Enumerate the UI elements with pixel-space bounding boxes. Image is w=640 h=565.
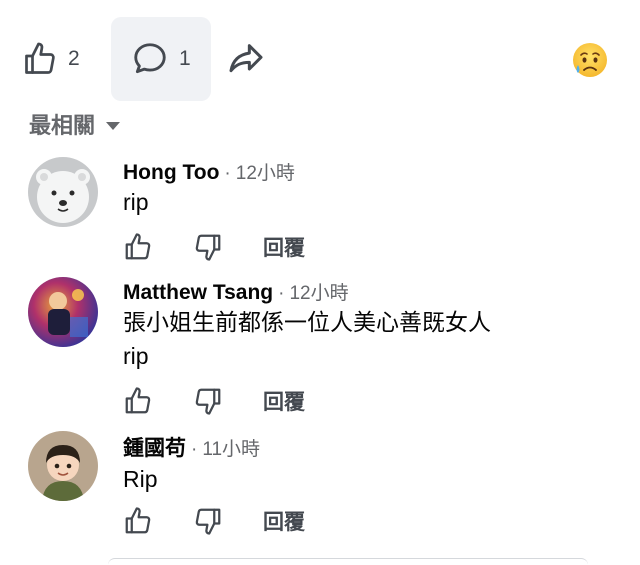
comment-body: 鍾國苟 · 11小時 Rip — [123, 432, 260, 496]
avatar[interactable] — [28, 431, 98, 501]
comment-body: Hong Too · 12小時 rip — [123, 158, 295, 219]
avatar[interactable] — [28, 157, 98, 227]
comment-button[interactable]: 1 — [111, 17, 211, 101]
comment-text: Rip — [123, 466, 158, 492]
thumbs-up-icon[interactable] — [123, 232, 153, 262]
comment-time[interactable]: 11小時 — [202, 434, 260, 461]
separator-dot: · — [278, 283, 285, 304]
thumbs-down-icon[interactable] — [193, 386, 223, 416]
crying-face-icon[interactable] — [571, 41, 609, 79]
thumbs-down-icon[interactable] — [193, 232, 223, 262]
comment-input-edge — [108, 558, 588, 565]
comment-meta: 鍾國苟 · 11小時 — [123, 432, 260, 462]
comment-actions: 回覆 — [123, 386, 305, 416]
comment-time[interactable]: 12小時 — [289, 278, 348, 305]
share-button[interactable] — [226, 17, 276, 101]
reply-button[interactable]: 回覆 — [263, 232, 305, 262]
comment-meta: Hong Too · 12小時 — [123, 158, 295, 185]
thumbs-up-icon[interactable] — [123, 506, 153, 536]
thumbs-up-icon[interactable] — [123, 386, 153, 416]
separator-dot: · — [191, 439, 198, 460]
comment-author[interactable]: Matthew Tsang — [123, 281, 273, 305]
comment-author[interactable]: 鍾國苟 — [123, 432, 186, 462]
comment-body: Matthew Tsang · 12小時 張小姐生前都係一位人美心善既女人 ri… — [123, 278, 491, 373]
comment-text: rip — [123, 189, 149, 215]
comment-meta: Matthew Tsang · 12小時 — [123, 278, 491, 305]
comment-count: 1 — [179, 47, 191, 70]
thumbs-down-icon[interactable] — [193, 506, 223, 536]
share-arrow-icon — [229, 44, 263, 73]
post-action-bar: 2 1 — [0, 0, 640, 110]
separator-dot: · — [224, 163, 231, 184]
speech-bubble-icon — [134, 43, 166, 74]
comment-text: 張小姐生前都係一位人美心善既女人 — [123, 309, 491, 335]
reply-button[interactable]: 回覆 — [263, 386, 305, 416]
comment-time[interactable]: 12小時 — [236, 158, 295, 185]
comment-author[interactable]: Hong Too — [123, 161, 219, 185]
comment-actions: 回覆 — [123, 506, 305, 536]
like-count: 2 — [68, 47, 80, 70]
comment-text: rip — [123, 343, 149, 369]
sort-label: 最相關 — [29, 113, 96, 138]
thumbs-up-icon — [25, 42, 55, 74]
caret-down-icon — [106, 122, 121, 130]
reply-button[interactable]: 回覆 — [263, 506, 305, 536]
like-button[interactable]: 2 — [22, 17, 102, 101]
comment-actions: 回覆 — [123, 232, 305, 262]
sort-dropdown[interactable]: 最相關 — [29, 108, 121, 140]
avatar[interactable] — [28, 277, 98, 347]
